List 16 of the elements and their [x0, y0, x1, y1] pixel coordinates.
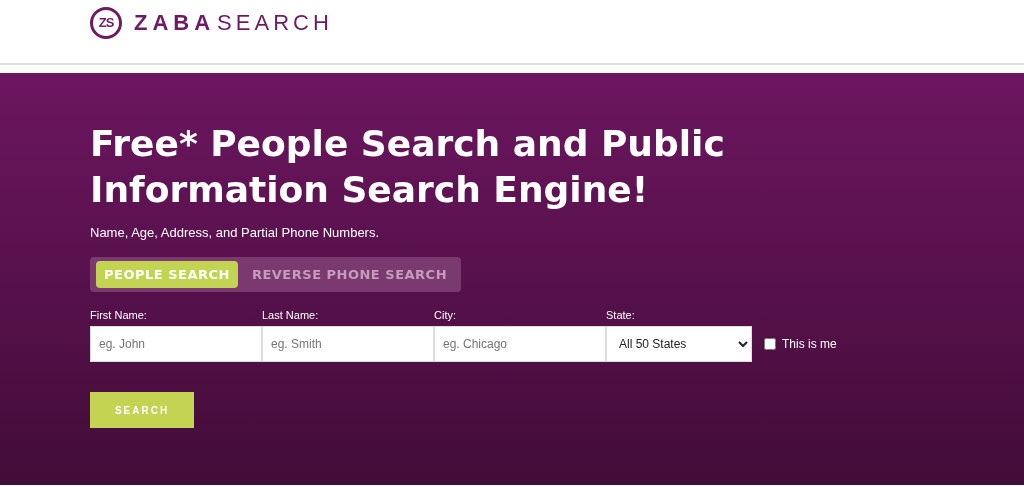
logo-wordmark: SEARCH: [217, 9, 333, 36]
field-label: State:: [606, 309, 636, 321]
checkbox-label: This is me: [782, 337, 837, 351]
checkbox[interactable]: [764, 338, 776, 350]
hero-heading: Free* People Search and Public Information Search Engine!: [90, 122, 726, 212]
logo-wordmark: ZABA: [134, 9, 216, 36]
state-dropdown[interactable]: All 50 States: [606, 326, 752, 362]
search-tab[interactable]: REVERSE PHONE SEARCH: [243, 261, 455, 288]
input-field[interactable]: eg. Smith: [262, 326, 434, 362]
field-label: First Name:: [90, 309, 148, 321]
input-field[interactable]: eg. Chicago: [434, 326, 606, 362]
hero-subtitle: Name, Age, Address, and Partial Phone Numbers.: [90, 225, 381, 240]
field-label: Last Name:: [262, 309, 320, 321]
logo-mark-icon: ZS: [90, 6, 122, 39]
field-label: City:: [434, 309, 457, 321]
input-field[interactable]: eg. John: [90, 326, 262, 362]
